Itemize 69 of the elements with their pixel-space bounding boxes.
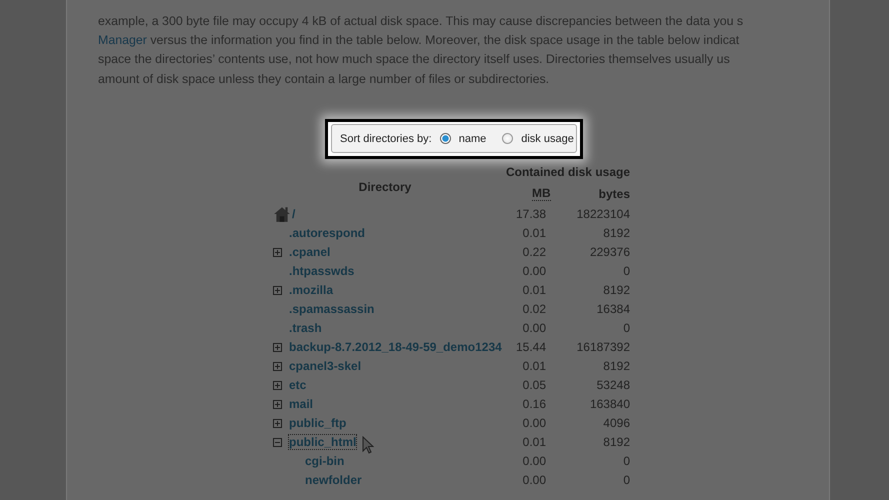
directory-link[interactable]: public_ftp: [289, 416, 346, 430]
table-cell-text: 17.38: [514, 207, 546, 222]
table-cell-text: 0.00: [522, 321, 546, 336]
table-cell-text: 53248: [596, 378, 630, 392]
expand-icon[interactable]: [273, 248, 282, 257]
expand-icon[interactable]: [273, 380, 282, 390]
expand-icon[interactable]: [273, 342, 282, 352]
sort-option[interactable]: name: [440, 132, 486, 145]
directory-link[interactable]: mail: [289, 397, 314, 412]
table-cell-text: 8192: [602, 435, 630, 450]
directory-link[interactable]: .autorespond: [289, 226, 366, 240]
table-cell-text: 0.01: [522, 283, 546, 298]
column-header: bytes: [598, 186, 630, 201]
table-cell-text: 0.02: [522, 302, 546, 316]
table-cell-text: 0.01: [522, 226, 546, 240]
directory-link[interactable]: /: [292, 207, 296, 222]
directory-link[interactable]: cpanel3-skel: [289, 359, 362, 374]
expand-icon[interactable]: [273, 418, 282, 428]
directory-link[interactable]: etc: [289, 378, 306, 392]
radio-button[interactable]: [440, 133, 451, 144]
table-cell-text: 0.00: [522, 264, 546, 278]
table-cell-text: 0.05: [522, 378, 546, 392]
table-cell-text: 0: [622, 473, 630, 488]
table-cell-text: 0: [622, 264, 630, 278]
sort-option[interactable]: disk usage: [502, 132, 574, 145]
expand-icon[interactable]: [273, 286, 282, 295]
column-header: Contained disk usage: [506, 164, 630, 179]
table-cell-text: 0.16: [522, 397, 546, 412]
directory-link[interactable]: cgi-bin: [305, 454, 344, 468]
column-header: MB: [532, 186, 551, 201]
table-cell-text: 0: [622, 454, 630, 468]
home-icon[interactable]: [272, 205, 292, 224]
table-cell-text: 16187392: [576, 340, 630, 354]
collapse-icon[interactable]: [273, 438, 282, 447]
table-cell-text: 4096: [602, 416, 630, 430]
radio-button[interactable]: [502, 133, 514, 144]
mouse-cursor-icon: [362, 436, 374, 454]
paragraph-line: space the directories’ contents use, not how much space the directory itself uses. Directories themselves usually us: [98, 51, 731, 68]
directory-link[interactable]: .mozilla: [289, 283, 334, 298]
table-cell-text: 0: [622, 321, 630, 336]
directory-link[interactable]: backup-8.7.2012_18-49-59_demo1234: [289, 340, 502, 354]
table-cell-text: 163840: [588, 397, 630, 412]
file-manager-link[interactable]: Manager: [98, 33, 147, 48]
sort-label: Sort directories by:: [340, 132, 432, 145]
directory-link[interactable]: .trash: [289, 321, 322, 336]
table-cell-text: 229376: [588, 245, 630, 260]
expand-icon[interactable]: [273, 362, 282, 371]
paragraph-line: versus the information you find in the table below. Moreover, the disk space usage in the table below indicat: [149, 33, 740, 48]
table-cell-text: 8192: [602, 283, 630, 298]
table-cell-text: 8192: [602, 226, 630, 240]
table-cell-text: 16384: [596, 302, 630, 316]
directory-link[interactable]: .spamassassin: [289, 302, 374, 316]
table-cell-text: 0.00: [522, 416, 546, 430]
table-cell-text: 0.00: [522, 454, 546, 468]
column-header: Directory: [358, 178, 412, 194]
directory-link[interactable]: public_html: [289, 435, 356, 450]
table-cell-text: 0.01: [522, 435, 546, 450]
paragraph-line: example, a 300 byte file may occupy 4 kB of actual disk space. This may cause discrepancies between the data you s: [98, 13, 744, 30]
table-cell-text: 18223104: [576, 207, 630, 222]
table-cell-text: 0.22: [522, 245, 546, 260]
expand-icon[interactable]: [273, 400, 282, 409]
paragraph-line: amount of disk space unless they contain a large number of files or subdirectories.: [98, 70, 550, 88]
directory-link[interactable]: .cpanel: [289, 245, 330, 260]
directory-link[interactable]: .htpasswds: [289, 264, 354, 278]
directory-link[interactable]: newfolder: [305, 473, 362, 488]
table-cell-text: 0.01: [522, 359, 546, 374]
table-cell-text: 15.44: [514, 340, 546, 354]
table-cell-text: 0.00: [522, 473, 546, 488]
table-cell-text: 8192: [602, 359, 630, 374]
